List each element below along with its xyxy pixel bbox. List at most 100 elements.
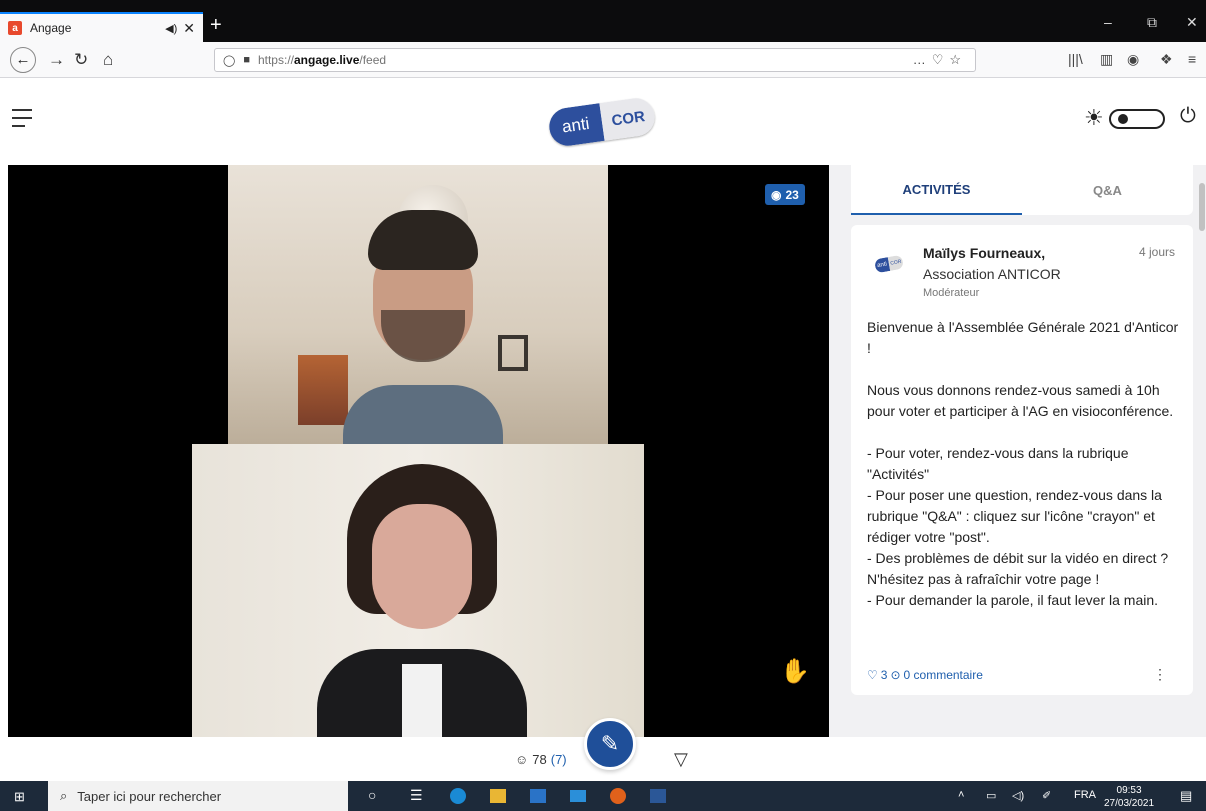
- attendees-count[interactable]: ☺ 78 (7): [515, 752, 567, 767]
- more-options-icon[interactable]: ⋮: [1153, 666, 1167, 683]
- hamburger-menu-icon[interactable]: [12, 109, 32, 133]
- address-bar[interactable]: ◯ ■ https:// angage.live /feed …♡☆: [214, 48, 976, 72]
- lock-icon[interactable]: ■: [243, 54, 250, 66]
- scrollbar-thumb[interactable]: [1199, 183, 1205, 231]
- comment-icon[interactable]: ⊙: [890, 668, 900, 682]
- url-scheme: https://: [257, 53, 294, 67]
- anticor-logo: anti COR: [546, 95, 658, 149]
- logo-right-text: COR: [599, 95, 658, 141]
- browser-nav-bar: ← → ↻ ⌂ ◯ ■ https:// angage.live /feed ……: [0, 42, 1206, 78]
- toggle-knob: [1118, 114, 1128, 124]
- post-card: anti COR Maïlys Fourneaux, Association A…: [851, 225, 1193, 695]
- extensions-icon[interactable]: ❖: [1160, 51, 1173, 68]
- store-icon[interactable]: [530, 789, 546, 803]
- battery-icon[interactable]: ▭: [986, 789, 996, 802]
- speaker-icon[interactable]: ◀): [165, 22, 177, 35]
- clock-time: 09:53: [1116, 785, 1142, 796]
- window-close-icon[interactable]: ✕: [1186, 14, 1198, 31]
- post-paragraph: - Pour demander la parole, il faut lever…: [867, 592, 1159, 608]
- pen-icon[interactable]: ✐: [1042, 789, 1051, 802]
- people-icon: ☺: [515, 752, 529, 767]
- post-body: Bienvenue à l'Assemblée Générale 2021 d'…: [867, 317, 1185, 611]
- panel-tabs: ACTIVITÉS Q&A: [851, 165, 1193, 215]
- volume-icon[interactable]: ◁): [1012, 789, 1024, 802]
- theme-toggle[interactable]: [1109, 109, 1165, 129]
- cortana-icon[interactable]: ○: [368, 787, 376, 803]
- tab-activites[interactable]: ACTIVITÉS: [851, 165, 1022, 215]
- browser-tab-bar: a Angage ◀) ✕ + – ⧉ ✕: [0, 0, 1206, 42]
- browser-tab[interactable]: a Angage ◀) ✕: [0, 12, 203, 42]
- post-paragraph: - Pour voter, rendez-vous dans la rubriq…: [867, 445, 1129, 482]
- raise-hand-icon[interactable]: ✋: [780, 657, 810, 686]
- compose-post-button[interactable]: ✎: [584, 718, 636, 770]
- windows-start-icon[interactable]: ⊞: [14, 789, 25, 805]
- post-paragraph: - Des problèmes de débit sur la vidéo en…: [867, 550, 1169, 587]
- url-host: angage.live: [294, 53, 360, 67]
- notifications-icon[interactable]: ▤: [1180, 788, 1192, 804]
- attendees-total: 78: [532, 752, 547, 767]
- like-count: 3: [880, 668, 888, 682]
- post-time: 4 jours: [1138, 245, 1175, 259]
- close-tab-icon[interactable]: ✕: [183, 20, 195, 37]
- post-paragraph: Nous vous donnons rendez-vous samedi à 1…: [867, 382, 1174, 419]
- pencil-icon: ✎: [600, 731, 620, 756]
- search-placeholder: Taper ici pour rechercher: [77, 788, 222, 804]
- panel-scrollbar[interactable]: [1198, 165, 1206, 737]
- word-icon[interactable]: [650, 789, 666, 803]
- tab-qa[interactable]: Q&A: [1022, 165, 1193, 215]
- new-tab-button[interactable]: +: [210, 14, 222, 37]
- task-view-icon[interactable]: ☰: [410, 787, 423, 804]
- firefox-icon[interactable]: [610, 788, 626, 804]
- clock-date: 27/03/2021: [1104, 798, 1155, 809]
- tray-expand-icon[interactable]: ˄: [958, 789, 964, 801]
- heart-icon[interactable]: ♡: [867, 668, 878, 682]
- forward-button[interactable]: →: [48, 50, 65, 70]
- mail-icon[interactable]: [570, 790, 586, 802]
- comment-count[interactable]: 0 commentaire: [904, 668, 983, 682]
- speaker-video-1: [228, 165, 608, 455]
- female-speaker: [317, 464, 527, 737]
- language-indicator[interactable]: FRA: [1074, 789, 1096, 801]
- back-button[interactable]: ←: [10, 47, 36, 73]
- viewer-count-badge: ◉ 23: [765, 184, 805, 205]
- edge-icon[interactable]: [450, 788, 466, 804]
- search-icon: ⌕: [60, 788, 68, 803]
- attendees-active: (7): [550, 752, 567, 767]
- post-role: Modérateur: [923, 287, 980, 299]
- taskbar-clock[interactable]: 09:53 27/03/2021: [1104, 784, 1154, 810]
- home-button[interactable]: ⌂: [103, 50, 113, 70]
- filter-icon[interactable]: ▽: [674, 749, 688, 770]
- post-author[interactable]: Maïlys Fourneaux,: [923, 245, 1045, 261]
- taskbar-search[interactable]: ⌕ Taper ici pour rechercher: [48, 781, 348, 811]
- bottom-toolbar: ☺ 78 (7): [0, 737, 829, 781]
- viewer-count: 23: [785, 187, 799, 202]
- speaker-video-2: [192, 444, 644, 737]
- author-avatar: anti COR: [873, 254, 905, 274]
- eye-icon: ◉: [771, 187, 782, 202]
- app-header: anti COR ☀ ⏻: [0, 79, 1206, 165]
- page-actions-icons[interactable]: …♡☆: [913, 52, 967, 68]
- url-path: /feed: [359, 53, 387, 67]
- menu-icon[interactable]: ≡: [1188, 51, 1196, 67]
- restore-icon[interactable]: ⧉: [1147, 14, 1157, 31]
- sun-icon: ☀: [1084, 105, 1104, 130]
- logo-left-text: anti: [546, 103, 605, 149]
- library-icon[interactable]: |||\: [1068, 51, 1083, 67]
- male-speaker: [343, 210, 503, 455]
- activity-panel: ACTIVITÉS Q&A anti COR Maïlys Fourneaux,…: [829, 165, 1206, 737]
- sidebar-icon[interactable]: ▥: [1100, 51, 1113, 68]
- minimize-icon[interactable]: –: [1104, 14, 1112, 30]
- windows-taskbar: ⊞ ⌕ Taper ici pour rechercher ○ ☰ ˄ ▭ ◁)…: [0, 781, 1206, 811]
- reload-button[interactable]: ↻: [74, 50, 88, 70]
- power-icon[interactable]: ⏻: [1180, 105, 1196, 128]
- account-icon[interactable]: ◉: [1127, 51, 1139, 68]
- post-paragraph: Bienvenue à l'Assemblée Générale 2021 d'…: [867, 319, 1179, 356]
- file-explorer-icon[interactable]: [490, 789, 506, 803]
- video-stage[interactable]: [8, 165, 829, 737]
- angage-favicon-icon: a: [8, 21, 22, 35]
- shield-icon[interactable]: ◯: [223, 54, 235, 67]
- post-reactions: ♡ 3 ⊙ 0 commentaire: [867, 668, 983, 682]
- tab-title: Angage: [30, 21, 72, 35]
- wall-painting: [298, 355, 348, 425]
- post-organization: Association ANTICOR: [923, 266, 1061, 282]
